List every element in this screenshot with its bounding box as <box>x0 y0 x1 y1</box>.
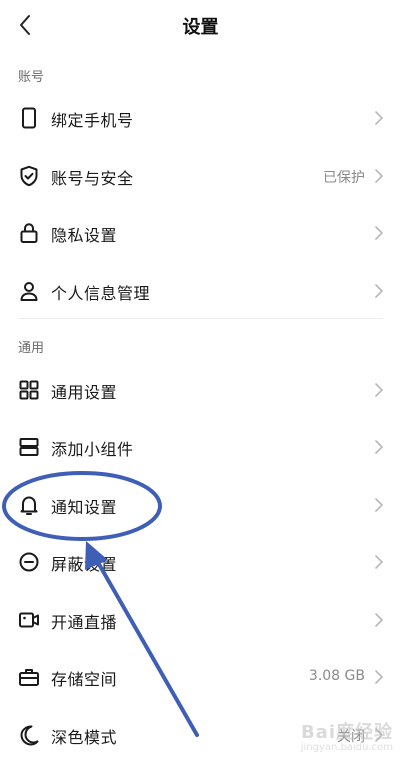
shield-check-icon <box>17 164 41 188</box>
settings-item-label: 绑定手机号 <box>51 111 134 130</box>
bell-icon <box>17 493 41 517</box>
section-divider <box>18 318 383 319</box>
settings-item-label: 通知设置 <box>51 498 118 517</box>
settings-item-value: 3.08 GB <box>308 668 365 684</box>
settings-item-label: 存储空间 <box>51 670 118 689</box>
settings-screen: 设置 账号 绑定手机号 账号与安全 已保护 隐私设置 个人信息管理 通用 通用设… <box>0 0 401 764</box>
phone-icon <box>17 106 41 130</box>
settings-item-general[interactable]: 通用设置 <box>0 361 401 419</box>
chevron-right-icon <box>373 225 385 241</box>
settings-item-storage[interactable]: 存储空间 3.08 GB <box>0 648 401 706</box>
settings-item-label: 添加小组件 <box>51 440 134 459</box>
settings-item-label: 开通直播 <box>51 613 118 632</box>
moon-icon <box>17 723 41 747</box>
settings-item-add-widget[interactable]: 添加小组件 <box>0 418 401 476</box>
settings-item-bind-phone[interactable]: 绑定手机号 <box>0 89 401 147</box>
settings-item-account-security[interactable]: 账号与安全 已保护 <box>0 147 401 205</box>
widget-icon <box>17 435 41 459</box>
settings-item-personal-info[interactable]: 个人信息管理 <box>0 262 401 320</box>
watermark: Bai度经验 jingyan.baidu.com <box>273 718 393 758</box>
watermark-domain: jingyan.baidu.com <box>300 742 393 753</box>
page-title: 设置 <box>182 17 219 38</box>
user-icon <box>17 279 41 303</box>
section-title-account: 账号 <box>18 70 45 85</box>
chevron-right-icon <box>373 283 385 299</box>
chevron-right-icon <box>373 382 385 398</box>
settings-item-label: 深色模式 <box>51 728 118 747</box>
settings-item-live-stream[interactable]: 开通直播 <box>0 591 401 649</box>
settings-item-label: 账号与安全 <box>51 169 134 188</box>
watermark-brand: Bai度经验 <box>300 722 393 743</box>
settings-item-value: 已保护 <box>323 170 365 186</box>
navigation-bar: 设置 <box>0 0 401 50</box>
chevron-right-icon <box>373 554 385 570</box>
chevron-right-icon <box>373 669 385 685</box>
lock-icon <box>17 221 41 245</box>
settings-item-label: 隐私设置 <box>51 226 118 245</box>
settings-item-notifications[interactable]: 通知设置 <box>0 476 401 534</box>
chevron-right-icon <box>373 168 385 184</box>
chevron-right-icon <box>373 439 385 455</box>
chevron-right-icon <box>373 497 385 513</box>
video-camera-icon <box>17 608 41 632</box>
chevron-right-icon <box>373 110 385 126</box>
chevron-right-icon <box>373 612 385 628</box>
block-icon <box>17 550 41 574</box>
settings-item-label: 通用设置 <box>51 383 118 402</box>
settings-item-label: 屏蔽设置 <box>51 555 118 574</box>
section-title-general: 通用 <box>18 341 45 356</box>
storage-box-icon <box>17 665 41 689</box>
grid-icon <box>17 378 41 402</box>
settings-item-block[interactable]: 屏蔽设置 <box>0 533 401 591</box>
settings-item-privacy[interactable]: 隐私设置 <box>0 204 401 262</box>
settings-item-label: 个人信息管理 <box>51 284 151 303</box>
